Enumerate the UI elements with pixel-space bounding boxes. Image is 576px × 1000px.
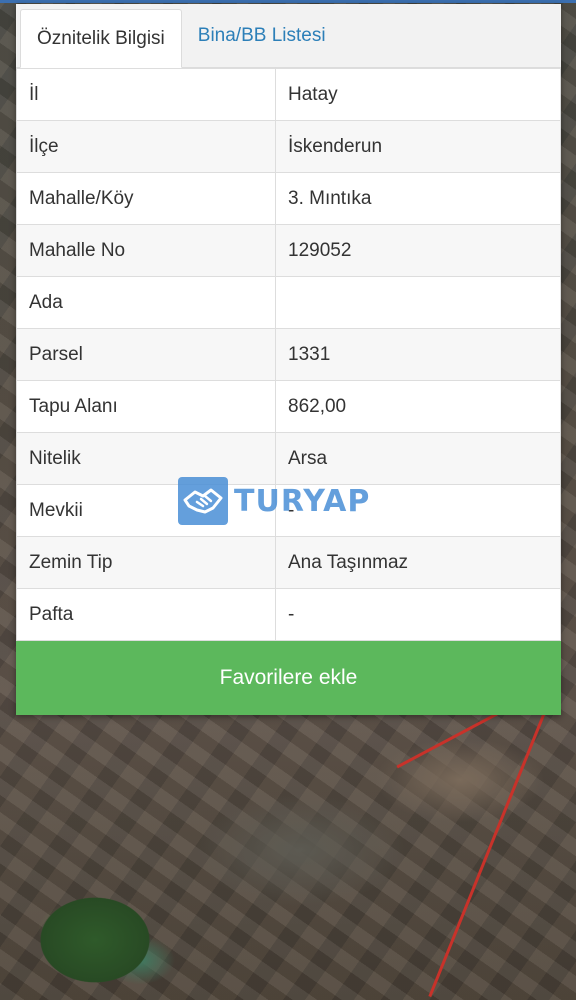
attribute-key: Mahalle/Köy [16,172,276,225]
attribute-panel: Öznitelik Bilgisi Bina/BB Listesi İl Hata… [16,4,561,715]
table-row: Tapu Alanı 862,00 [16,380,561,433]
attribute-key: Parsel [16,328,276,381]
attribute-key: Pafta [16,588,276,641]
attribute-key: Zemin Tip [16,536,276,589]
table-row: Zemin Tip Ana Taşınmaz [16,536,561,589]
attribute-value: - [275,484,561,537]
attribute-key: İlçe [16,120,276,173]
attribute-value: Ana Taşınmaz [275,536,561,589]
map-road-line [428,690,555,998]
tab-building-list[interactable]: Bina/BB Listesi [182,4,342,67]
attribute-value: İskenderun [275,120,561,173]
table-row: Mevkii - [16,484,561,537]
tab-attribute-info[interactable]: Öznitelik Bilgisi [20,9,182,68]
top-accent-bar [0,0,576,3]
attribute-table: İl Hatay İlçe İskenderun Mahalle/Köy 3. Mıntı… [16,68,561,641]
attribute-key: Mevkii [16,484,276,537]
attribute-value: 3. Mıntıka [275,172,561,225]
table-row: Mahalle/Köy 3. Mıntıka [16,172,561,225]
table-row: Pafta - [16,588,561,641]
table-row: İl Hatay [16,68,561,121]
attribute-value: - [275,588,561,641]
table-row: Parsel 1331 [16,328,561,381]
attribute-key: Tapu Alanı [16,380,276,433]
table-row: İlçe İskenderun [16,120,561,173]
attribute-key: İl [16,68,276,121]
attribute-value: 862,00 [275,380,561,433]
add-to-favorites-button[interactable]: Favorilere ekle [16,641,561,715]
table-row: Mahalle No 129052 [16,224,561,277]
tab-bar: Öznitelik Bilgisi Bina/BB Listesi [16,4,561,68]
attribute-key: Mahalle No [16,224,276,277]
table-row: Ada [16,276,561,329]
attribute-value: 129052 [275,224,561,277]
attribute-value: Arsa [275,432,561,485]
attribute-value: 1331 [275,328,561,381]
attribute-key: Ada [16,276,276,329]
table-row: Nitelik Arsa [16,432,561,485]
attribute-value: Hatay [275,68,561,121]
attribute-key: Nitelik [16,432,276,485]
attribute-value [275,276,561,329]
